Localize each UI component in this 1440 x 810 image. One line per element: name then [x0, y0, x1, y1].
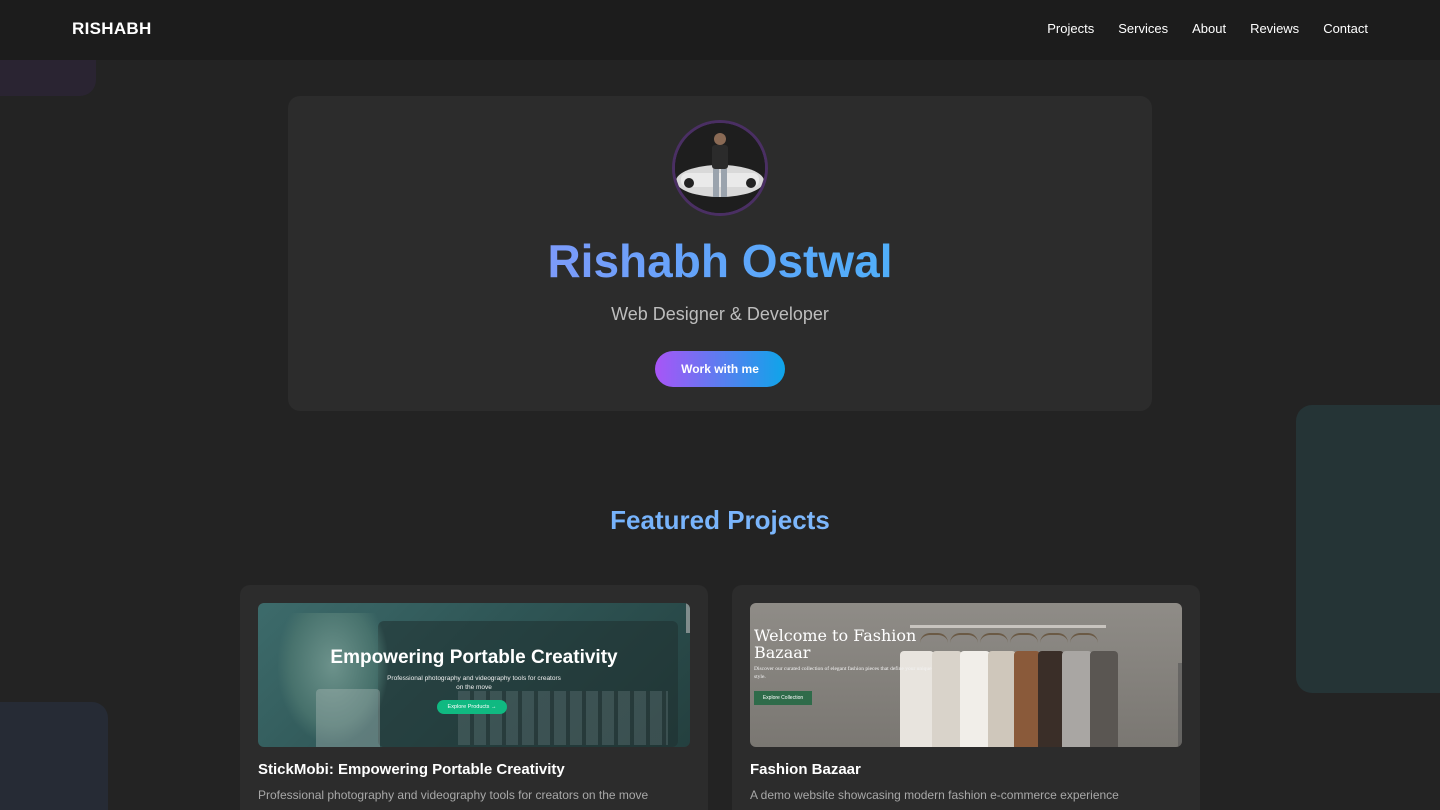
project-thumbnail[interactable]: Welcome to Fashion Bazaar Discover our c… [750, 603, 1182, 747]
background-shape-right [1296, 405, 1440, 693]
page: RISHABH Projects Services About Reviews … [0, 0, 1440, 810]
garment-image [1038, 651, 1064, 747]
nav-links: Projects Services About Reviews Contact [1047, 21, 1368, 36]
garment-image [1014, 651, 1040, 747]
project-title[interactable]: Fashion Bazaar [750, 761, 1190, 778]
project-card-stickmobi[interactable]: Empowering Portable Creativity Professio… [240, 585, 708, 810]
hanger-icon [980, 633, 1008, 643]
thumbnail-headline: Empowering Portable Creativity [330, 647, 618, 668]
thumbnail-headline: Welcome to Fashion Bazaar [754, 626, 917, 662]
featured-projects-title: Featured Projects [0, 505, 1440, 536]
garment-image [988, 651, 1016, 747]
nav-link-projects[interactable]: Projects [1047, 21, 1094, 36]
nav-link-reviews[interactable]: Reviews [1250, 21, 1299, 36]
project-description: Professional photography and videography… [258, 788, 649, 802]
thumbnail-explore-button: Explore Collection [754, 691, 812, 705]
thumbnail-scrollbar [1178, 663, 1182, 747]
nav-link-about[interactable]: About [1192, 21, 1226, 36]
project-description: A demo website showcasing modern fashion… [750, 788, 1119, 802]
background-shape-bottom-left [0, 702, 108, 810]
avatar [672, 120, 768, 216]
thumbnail-subtext: Professional photography and videography… [387, 675, 561, 691]
brand-logo[interactable]: RISHABH [72, 19, 152, 39]
hanger-icon [1070, 633, 1098, 643]
nav-link-contact[interactable]: Contact [1323, 21, 1368, 36]
hanger-icon [1040, 633, 1068, 643]
hanger-icon [1010, 633, 1038, 643]
hero-card: Rishabh Ostwal Web Designer & Developer … [288, 96, 1152, 411]
plant-pot-image [316, 689, 380, 747]
garment-image [1090, 651, 1118, 747]
profile-photo-icon [675, 123, 765, 213]
garment-image [960, 651, 990, 747]
thumbnail-scrollbar [686, 603, 690, 633]
hero-role: Web Designer & Developer [611, 304, 829, 324]
work-with-me-button[interactable]: Work with me [655, 351, 785, 387]
thumbnail-subtext: Discover our curated collection of elega… [754, 666, 932, 680]
thumbnail-explore-button: Explore Products → [437, 700, 507, 714]
hero-name: Rishabh Ostwal [288, 234, 1152, 288]
project-card-fashion-bazaar[interactable]: Welcome to Fashion Bazaar Discover our c… [732, 585, 1200, 810]
garment-image [1062, 651, 1092, 747]
project-thumbnail[interactable]: Empowering Portable Creativity Professio… [258, 603, 690, 747]
hanger-icon [950, 633, 978, 643]
top-navbar: RISHABH Projects Services About Reviews … [0, 0, 1440, 60]
nav-link-services[interactable]: Services [1118, 21, 1168, 36]
project-title[interactable]: StickMobi: Empowering Portable Creativit… [258, 761, 698, 778]
